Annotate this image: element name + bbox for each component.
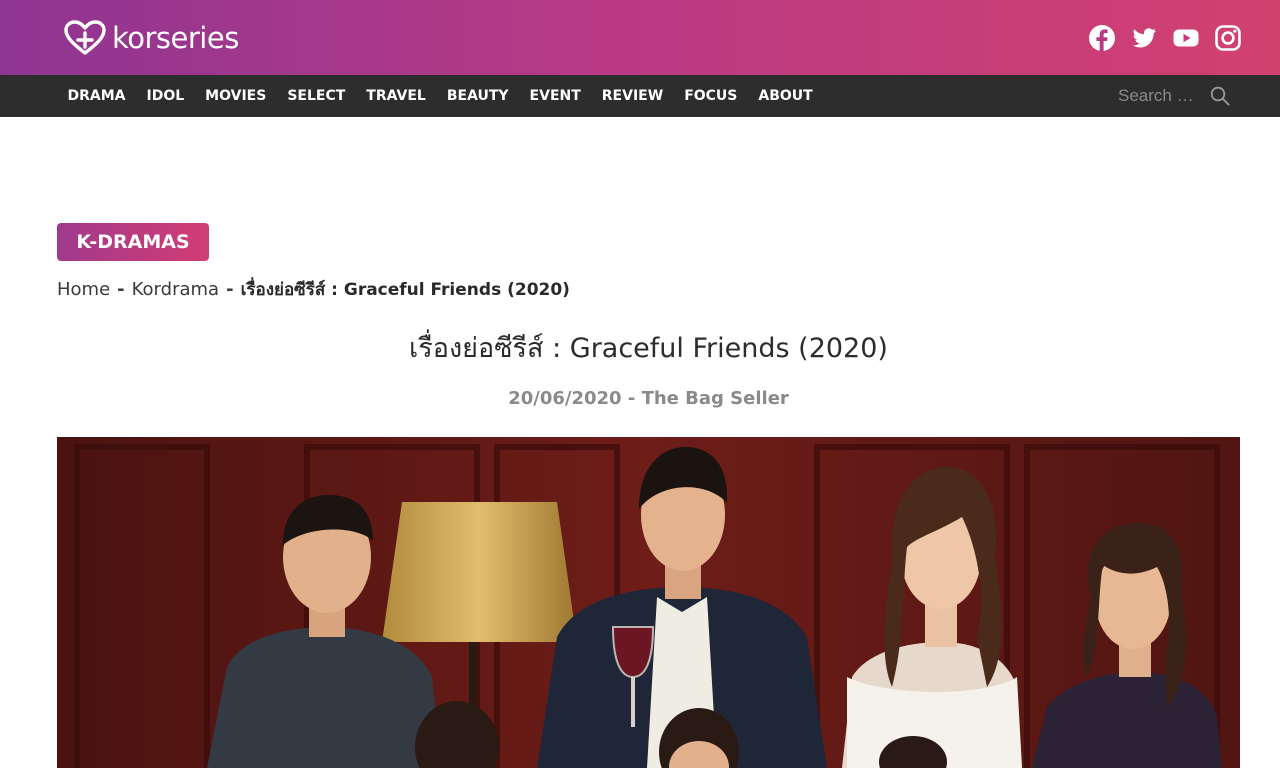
twitter-icon[interactable] [1130,24,1158,52]
search-input[interactable] [1118,86,1206,106]
heart-plus-logo-icon [64,20,106,55]
facebook-icon[interactable] [1088,24,1116,52]
youtube-icon[interactable] [1172,24,1200,52]
site-logo[interactable]: korseries [64,18,239,58]
breadcrumb-home[interactable]: Home [57,279,110,300]
article-date: 20/06/2020 [508,388,622,409]
nav-item-idol[interactable]: IDOL [136,75,195,117]
breadcrumb: Home - Kordrama - เรื่องย่อซีรีส์ : Grac… [57,276,570,302]
nav-item-drama[interactable]: DRAMA [57,75,136,117]
search-icon[interactable] [1210,86,1230,106]
nav-item-review[interactable]: REVIEW [591,75,673,117]
site-header: korseries [0,0,1280,75]
search-form [1118,75,1230,117]
nav-item-event[interactable]: EVENT [519,75,591,117]
meta-separator: - [627,388,636,409]
article-meta: 20/06/2020 - The Bag Seller [0,388,1280,409]
article-title: เรื่องย่อซีรีส์ : Graceful Friends (2020… [409,333,888,364]
instagram-icon[interactable] [1214,24,1242,52]
article-author[interactable]: The Bag Seller [642,388,789,409]
breadcrumb-current: เรื่องย่อซีรีส์ : Graceful Friends (2020… [240,279,570,300]
nav-menu: DRAMA IDOL MOVIES SELECT TRAVEL BEAUTY E… [57,75,823,117]
article-hero-image [57,437,1240,768]
logo-text: korseries [112,21,239,55]
category-badge[interactable]: K-DRAMAS [57,223,209,261]
nav-item-focus[interactable]: FOCUS [674,75,748,117]
nav-item-select[interactable]: SELECT [277,75,356,117]
breadcrumb-separator: - [226,278,234,300]
nav-item-beauty[interactable]: BEAUTY [436,75,519,117]
nav-item-travel[interactable]: TRAVEL [356,75,437,117]
breadcrumb-separator: - [117,278,125,300]
breadcrumb-section[interactable]: Kordrama [132,279,219,300]
nav-item-movies[interactable]: MOVIES [195,75,277,117]
nav-item-about[interactable]: ABOUT [748,75,823,117]
main-navigation: DRAMA IDOL MOVIES SELECT TRAVEL BEAUTY E… [0,75,1280,117]
social-links [1088,24,1242,52]
